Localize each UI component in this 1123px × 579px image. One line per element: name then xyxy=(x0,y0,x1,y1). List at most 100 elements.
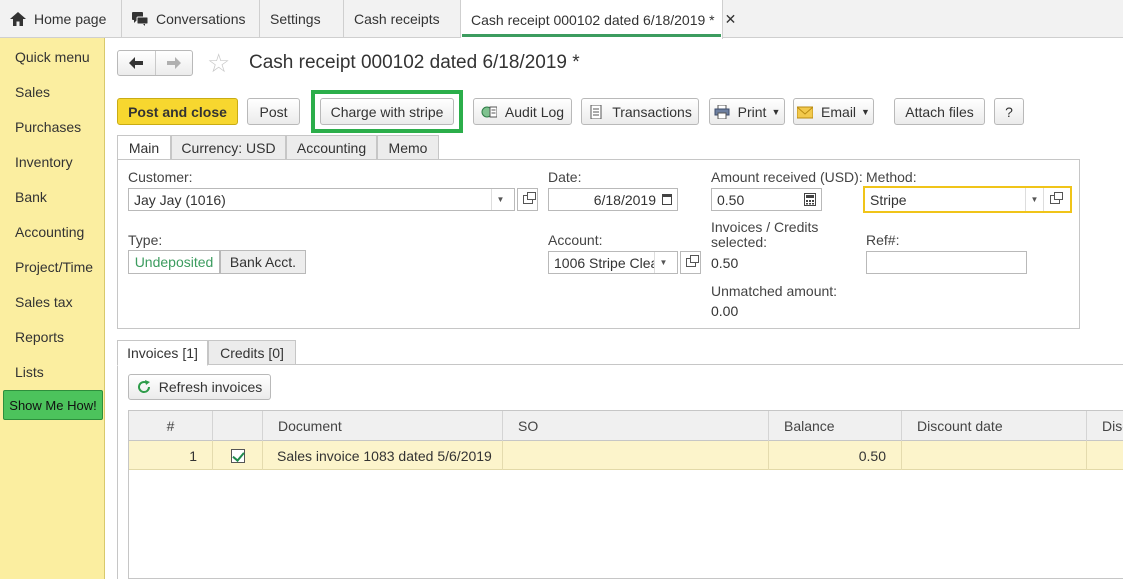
sidebar-item-lists[interactable]: Lists xyxy=(15,364,44,380)
unmatched-amount-label: Unmatched amount: xyxy=(711,283,838,299)
method-open-button[interactable] xyxy=(1043,188,1065,211)
lower-panel-border xyxy=(117,364,118,579)
open-window-icon xyxy=(685,255,699,267)
type-label: Type: xyxy=(128,232,163,248)
account-field[interactable]: 1006 Stripe Clear ▼ xyxy=(548,251,678,274)
refresh-invoices-label: Refresh invoices xyxy=(158,379,263,395)
email-button[interactable]: Email ▼ xyxy=(793,98,874,125)
date-field[interactable]: 6/18/2019 xyxy=(548,188,678,211)
transactions-icon xyxy=(590,104,602,119)
table-row[interactable]: 1 Sales invoice 1083 dated 5/6/2019 0.50 xyxy=(129,441,1123,470)
tab-current-label: Cash receipt 000102 dated 6/18/2019 * xyxy=(471,11,715,28)
audit-log-label: Audit Log xyxy=(504,103,565,120)
column-header-discount[interactable]: Disc xyxy=(1087,411,1123,441)
method-field[interactable]: Stripe ▼ xyxy=(863,186,1072,213)
column-header-number[interactable]: # xyxy=(129,411,213,441)
audit-log-button[interactable]: Audit Log xyxy=(473,98,572,125)
sidebar-item-reports[interactable]: Reports xyxy=(15,329,64,345)
refresh-icon xyxy=(137,380,150,393)
sidebar-item-bank[interactable]: Bank xyxy=(15,189,47,205)
amount-received-label: Amount received (USD): xyxy=(711,169,863,185)
method-dropdown-icon[interactable]: ▼ xyxy=(1025,188,1043,211)
sidebar: Quick menu Sales Purchases Inventory Ban… xyxy=(0,38,105,579)
method-label: Method: xyxy=(866,169,917,185)
show-me-how-button[interactable]: Show Me How! xyxy=(3,390,103,420)
tab-settings[interactable]: Settings xyxy=(260,0,344,38)
chat-icon xyxy=(132,12,148,26)
attach-files-button[interactable]: Attach files xyxy=(894,98,985,125)
print-button[interactable]: Print ▼ xyxy=(709,98,785,125)
column-header-so[interactable]: SO xyxy=(503,411,769,441)
tab-memo[interactable]: Memo xyxy=(377,135,439,160)
type-undeposited-toggle[interactable]: Undeposited xyxy=(128,250,220,274)
tab-main[interactable]: Main xyxy=(117,135,171,161)
customer-dropdown-icon[interactable]: ▼ xyxy=(491,189,509,210)
row-document: Sales invoice 1083 dated 5/6/2019 xyxy=(263,441,503,470)
row-select-cell xyxy=(213,441,263,470)
print-label: Print xyxy=(737,103,767,120)
history-nav xyxy=(117,50,193,76)
column-header-select[interactable] xyxy=(213,411,263,441)
calendar-icon[interactable] xyxy=(662,194,672,205)
type-bank-acct-toggle[interactable]: Bank Acct. xyxy=(220,250,306,274)
row-discount-date xyxy=(902,441,1087,470)
ref-field[interactable] xyxy=(866,251,1027,274)
unmatched-amount-value: 0.00 xyxy=(711,303,739,319)
sidebar-item-project-time[interactable]: Project/Time xyxy=(15,259,93,275)
home-icon xyxy=(10,12,26,26)
tab-currency[interactable]: Currency: USD xyxy=(171,135,286,160)
account-value: 1006 Stripe Clear xyxy=(554,254,654,271)
account-open-button[interactable] xyxy=(680,251,701,274)
calculator-icon[interactable] xyxy=(804,193,816,206)
help-button[interactable]: ? xyxy=(994,98,1024,125)
account-dropdown-icon[interactable]: ▼ xyxy=(654,252,672,273)
column-header-document[interactable]: Document xyxy=(263,411,503,441)
top-tab-bar: Home page Conversations Settings Cash re… xyxy=(0,0,1123,39)
row-balance: 0.50 xyxy=(769,441,902,470)
transactions-label: Transactions xyxy=(612,103,692,120)
email-label: Email xyxy=(821,103,857,120)
transactions-button[interactable]: Transactions xyxy=(581,98,699,125)
date-label: Date: xyxy=(548,169,582,185)
print-dropdown-caret-icon: ▼ xyxy=(771,106,781,117)
tab-conversations[interactable]: Conversations xyxy=(122,0,260,38)
favorite-star-icon[interactable]: ☆ xyxy=(207,50,230,76)
tab-accounting[interactable]: Accounting xyxy=(286,135,377,160)
tab-credits[interactable]: Credits [0] xyxy=(208,340,296,365)
forward-arrow-icon[interactable] xyxy=(154,51,193,75)
email-envelope-icon xyxy=(797,106,814,118)
row-number: 1 xyxy=(129,441,213,470)
sidebar-item-sales-tax[interactable]: Sales tax xyxy=(15,294,73,310)
sidebar-item-accounting[interactable]: Accounting xyxy=(15,224,84,240)
open-window-icon xyxy=(1049,192,1063,204)
method-value: Stripe xyxy=(870,191,907,208)
ref-label: Ref#: xyxy=(866,232,900,248)
column-header-balance[interactable]: Balance xyxy=(769,411,902,441)
sidebar-item-purchases[interactable]: Purchases xyxy=(15,119,81,135)
amount-received-field[interactable]: 0.50 xyxy=(711,188,822,211)
back-arrow-icon[interactable] xyxy=(118,51,155,75)
amount-received-value: 0.50 xyxy=(717,191,745,208)
tab-invoices[interactable]: Invoices [1] xyxy=(117,340,208,366)
table-header: # Document SO Balance Discount date Disc xyxy=(129,411,1123,441)
post-button[interactable]: Post xyxy=(247,98,300,125)
column-header-discount-date[interactable]: Discount date xyxy=(902,411,1087,441)
charge-with-stripe-button[interactable]: Charge with stripe xyxy=(320,98,454,125)
sidebar-item-inventory[interactable]: Inventory xyxy=(15,154,73,170)
sidebar-item-sales[interactable]: Sales xyxy=(15,84,50,100)
customer-open-button[interactable] xyxy=(517,188,538,211)
printer-icon xyxy=(714,104,730,119)
active-tab-underline xyxy=(462,34,721,37)
refresh-invoices-button[interactable]: Refresh invoices xyxy=(128,374,271,400)
invoices-table: # Document SO Balance Discount date Disc… xyxy=(128,410,1123,579)
tab-cash-receipts-label: Cash receipts xyxy=(354,11,440,27)
close-tab-icon[interactable]: ✕ xyxy=(725,11,737,28)
customer-field[interactable]: Jay Jay (1016) ▼ xyxy=(128,188,515,211)
tab-cash-receipts[interactable]: Cash receipts xyxy=(344,0,461,38)
sidebar-item-quick-menu[interactable]: Quick menu xyxy=(15,49,90,65)
tab-conversations-label: Conversations xyxy=(156,11,246,27)
row-checkbox[interactable] xyxy=(230,448,245,463)
account-label: Account: xyxy=(548,232,603,248)
tab-home[interactable]: Home page xyxy=(0,0,122,38)
post-and-close-button[interactable]: Post and close xyxy=(117,98,238,125)
